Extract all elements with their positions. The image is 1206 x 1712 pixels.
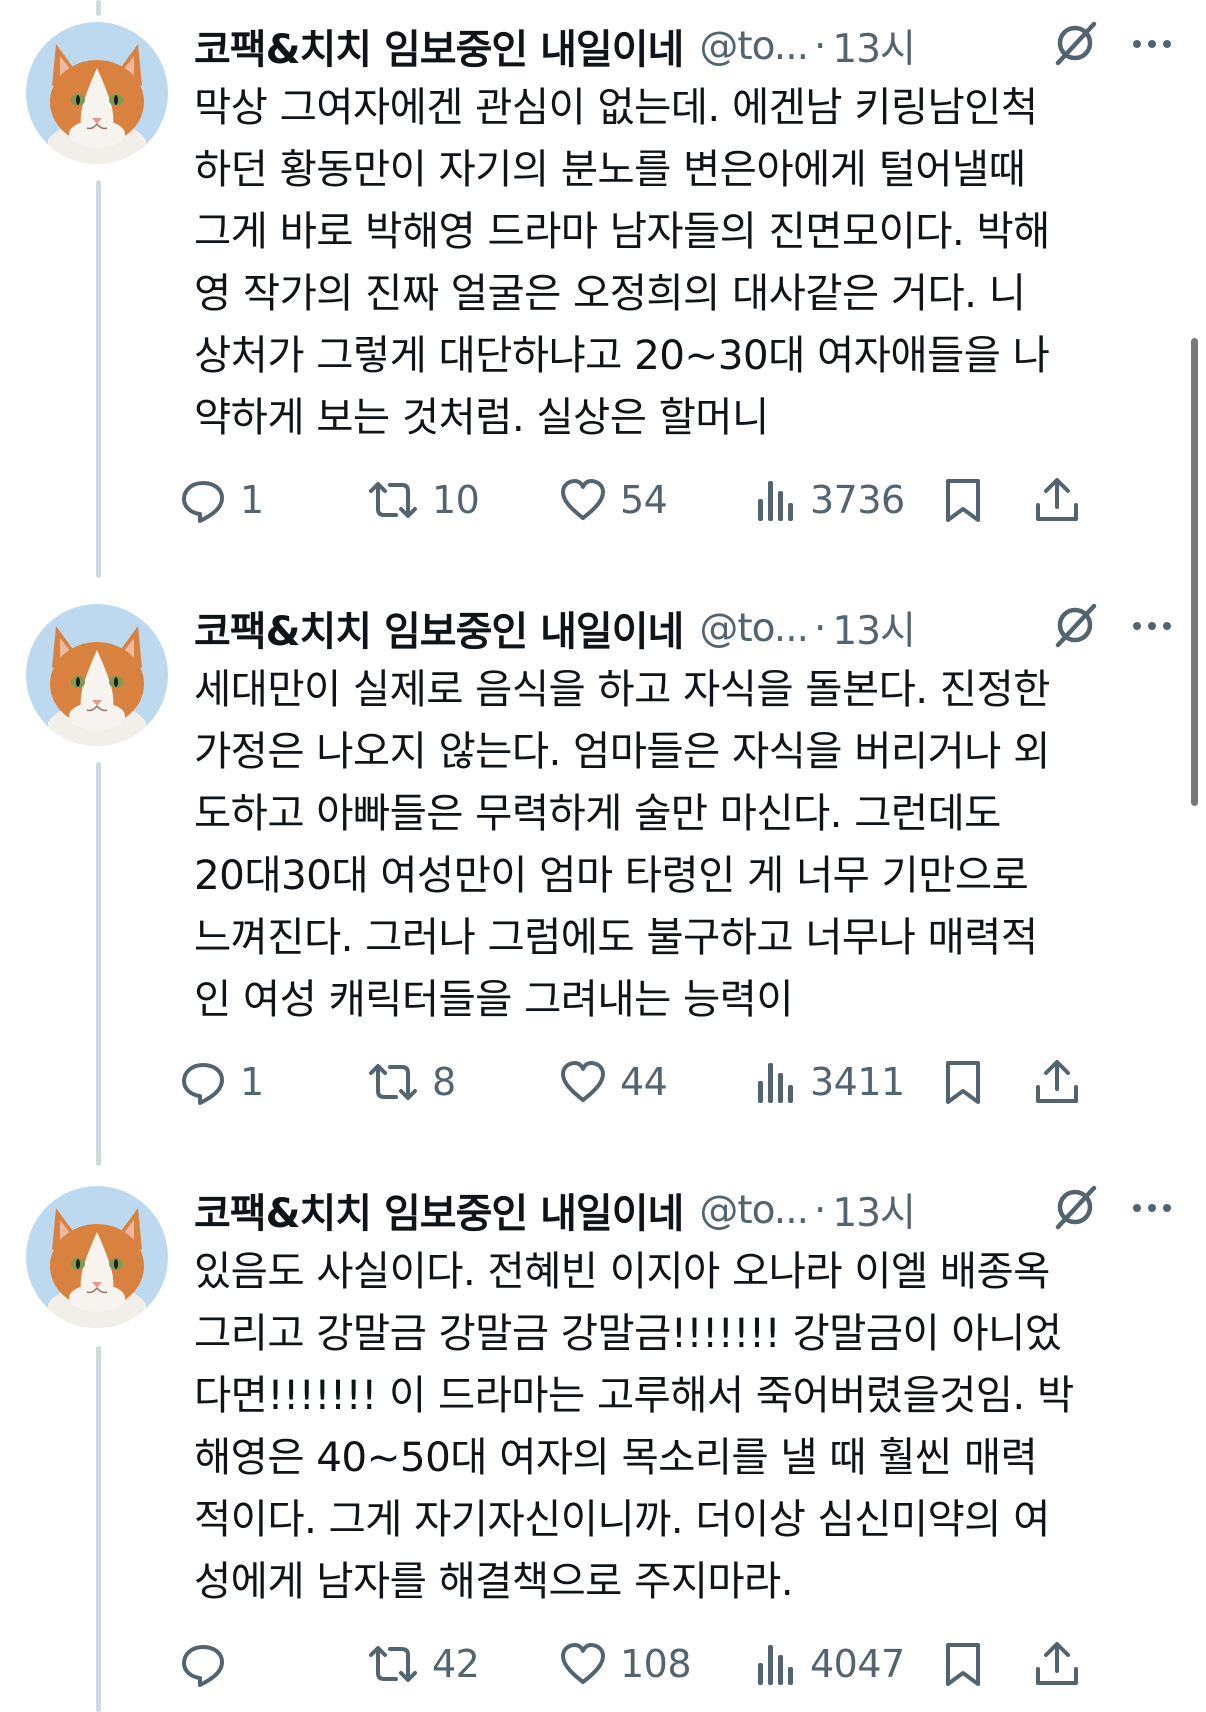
- tweet-text-line: 가정은 나오지 않는다. 엄마들은 자식을 버리거나 외: [194, 727, 1050, 775]
- separator-dot: ·: [814, 1187, 827, 1233]
- bookmark-button[interactable]: [940, 1054, 986, 1110]
- like-button[interactable]: 108: [558, 1636, 692, 1692]
- display-name[interactable]: 코팩&치치 임보중인 내일이네: [194, 599, 684, 657]
- more-icon[interactable]: [1128, 606, 1176, 646]
- repost-count: 42: [432, 1642, 480, 1686]
- repost-icon: [366, 475, 420, 525]
- tweet-actions: 42 108 4047: [182, 1636, 1194, 1692]
- bookmark-icon: [940, 1639, 986, 1689]
- tweet-text-line: 다면!!!!!!! 이 드라마는 고루해서 죽어버렸을것임. 박: [194, 1371, 1074, 1419]
- separator-dot: ·: [814, 23, 827, 69]
- tweet-header: 코팩&치치 임보중인 내일이네 @to... · 13시: [194, 598, 1184, 658]
- tweet-header: 코팩&치치 임보중인 내일이네 @to... · 13시: [194, 1180, 1184, 1240]
- reply-count: 1: [240, 1060, 264, 1104]
- timestamp[interactable]: 13시: [832, 1182, 916, 1238]
- user-handle[interactable]: @to...: [699, 606, 809, 651]
- bookmark-icon: [940, 1057, 986, 1107]
- like-count: 44: [620, 1060, 668, 1104]
- views-count: 4047: [810, 1642, 905, 1686]
- views-icon: [754, 1057, 798, 1107]
- tweet-text-line: 약하게 보는 것처럼. 실상은 할머니: [194, 393, 769, 441]
- tweet-text-line: 느껴진다. 그러나 그럼에도 불구하고 너무나 매력적: [194, 913, 1038, 961]
- like-button[interactable]: 54: [558, 472, 668, 528]
- tweet-text: 막상 그여자에겐 관심이 없는데. 에겐남 키링남인척 하던 황동만이 자기의 …: [194, 76, 1194, 448]
- tweet[interactable]: 코팩&치치 임보중인 내일이네 @to... · 13시 세대만이 실제로 음식…: [0, 582, 1206, 1164]
- bookmark-button[interactable]: [940, 1636, 986, 1692]
- share-button[interactable]: [1032, 1054, 1082, 1110]
- repost-icon: [366, 1639, 420, 1689]
- views-count: 3736: [810, 478, 905, 522]
- share-button[interactable]: [1032, 1636, 1082, 1692]
- heart-icon: [558, 475, 608, 525]
- like-button[interactable]: 44: [558, 1054, 668, 1110]
- views-icon: [754, 475, 798, 525]
- tweet-text-line: 영 작가의 진짜 얼굴은 오정희의 대사같은 거다. 니: [194, 269, 1026, 317]
- tweet-text-line: 20대30대 여성만이 엄마 타령인 게 너무 기만으로: [194, 851, 1029, 899]
- share-icon: [1032, 1639, 1082, 1689]
- like-count: 108: [620, 1642, 692, 1686]
- timestamp[interactable]: 13시: [832, 18, 916, 74]
- display-name[interactable]: 코팩&치치 임보중인 내일이네: [194, 17, 684, 75]
- tweet-text-line: 하던 황동만이 자기의 분노를 변은아에게 털어낼때: [194, 145, 1026, 193]
- reply-button[interactable]: 1: [178, 472, 264, 528]
- grok-icon[interactable]: [1050, 600, 1100, 650]
- avatar[interactable]: [26, 1186, 168, 1328]
- scrollbar[interactable]: [1191, 338, 1198, 806]
- tweet-text-line: 해영은 40~50대 여자의 목소리를 낼 때 훨씬 매력: [194, 1433, 1038, 1481]
- repost-count: 10: [432, 478, 480, 522]
- views-icon: [754, 1639, 798, 1689]
- more-icon[interactable]: [1128, 24, 1176, 64]
- avatar[interactable]: [26, 604, 168, 746]
- reply-button[interactable]: 1: [178, 1054, 264, 1110]
- user-handle[interactable]: @to...: [699, 24, 809, 69]
- tweet-text-line: 도하고 아빠들은 무력하게 술만 마신다. 그런데도: [194, 789, 1001, 837]
- reply-icon: [178, 1639, 228, 1689]
- tweet-text-line: 막상 그여자에겐 관심이 없는데. 에겐남 키링남인척: [194, 83, 1038, 131]
- tweet[interactable]: 코팩&치치 임보중인 내일이네 @to... · 13시 있음도 사실이다. 전…: [0, 1164, 1206, 1712]
- share-button[interactable]: [1032, 472, 1082, 528]
- repost-button[interactable]: 10: [366, 472, 480, 528]
- tweet-text-line: 그리고 강말금 강말금 강말금!!!!!!! 강말금이 아니었: [194, 1309, 1062, 1357]
- tweet-header: 코팩&치치 임보중인 내일이네 @to... · 13시: [194, 16, 1184, 76]
- grok-icon[interactable]: [1050, 1182, 1100, 1232]
- tweet-text-line: 적이다. 그게 자기자신이니까. 더이상 심신미약의 여: [194, 1495, 1050, 1543]
- more-icon[interactable]: [1128, 1188, 1176, 1228]
- tweet-actions: 1 10 54 3736: [182, 472, 1194, 528]
- separator-dot: ·: [814, 605, 827, 651]
- tweet-text-line: 있음도 사실이다. 전혜빈 이지아 오나라 이엘 배종옥: [194, 1247, 1050, 1295]
- timestamp[interactable]: 13시: [832, 600, 916, 656]
- views-button[interactable]: 3411: [754, 1054, 905, 1110]
- grok-icon[interactable]: [1050, 18, 1100, 68]
- views-button[interactable]: 3736: [754, 472, 905, 528]
- heart-icon: [558, 1057, 608, 1107]
- repost-button[interactable]: 42: [366, 1636, 480, 1692]
- reply-icon: [178, 1057, 228, 1107]
- reply-button[interactable]: [178, 1636, 240, 1692]
- tweet-text: 세대만이 실제로 음식을 하고 자식을 돌본다. 진정한 가정은 나오지 않는다…: [194, 658, 1194, 1030]
- share-icon: [1032, 475, 1082, 525]
- user-handle[interactable]: @to...: [699, 1188, 809, 1233]
- repost-icon: [366, 1057, 420, 1107]
- tweet[interactable]: 코팩&치치 임보중인 내일이네 @to... · 13시 막상 그여자에겐 관심…: [0, 0, 1206, 582]
- tweet-text-line: 성에게 남자를 해결책으로 주지마라.: [194, 1557, 794, 1605]
- views-count: 3411: [810, 1060, 905, 1104]
- bookmark-icon: [940, 475, 986, 525]
- tweet-text-line: 인 여성 캐릭터들을 그려내는 능력이: [194, 975, 794, 1023]
- bookmark-button[interactable]: [940, 472, 986, 528]
- tweet-actions: 1 8 44 3411: [182, 1054, 1194, 1110]
- tweet-text-line: 그게 바로 박해영 드라마 남자들의 진면모이다. 박해: [194, 207, 1050, 255]
- repost-count: 8: [432, 1060, 456, 1104]
- views-button[interactable]: 4047: [754, 1636, 905, 1692]
- reply-count: 1: [240, 478, 264, 522]
- display-name[interactable]: 코팩&치치 임보중인 내일이네: [194, 1181, 684, 1239]
- like-count: 54: [620, 478, 668, 522]
- heart-icon: [558, 1639, 608, 1689]
- tweet-text-line: 상처가 그렇게 대단하냐고 20~30대 여자애들을 나: [194, 331, 1050, 379]
- share-icon: [1032, 1057, 1082, 1107]
- avatar[interactable]: [26, 22, 168, 164]
- tweet-text: 있음도 사실이다. 전혜빈 이지아 오나라 이엘 배종옥 그리고 강말금 강말금…: [194, 1240, 1194, 1612]
- reply-icon: [178, 475, 228, 525]
- tweet-text-line: 세대만이 실제로 음식을 하고 자식을 돌본다. 진정한: [194, 665, 1050, 713]
- repost-button[interactable]: 8: [366, 1054, 456, 1110]
